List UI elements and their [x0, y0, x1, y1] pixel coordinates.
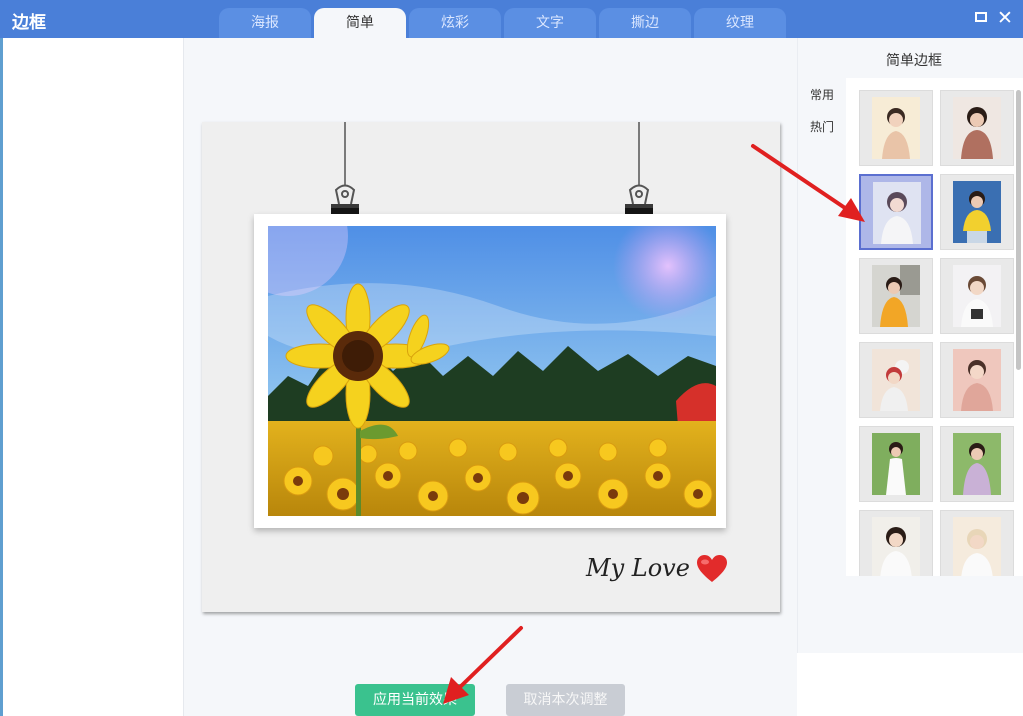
cancel-adjustment-button[interactable]: 取消本次调整 [506, 684, 625, 716]
thumbnail-grid [846, 78, 1023, 576]
frame-thumbnail[interactable] [940, 426, 1014, 502]
title-bar: 边框 海报 简单 炫彩 文字 撕边 纹理 ✕ [0, 0, 1023, 38]
caption-text: My Love [586, 554, 690, 582]
frame-thumbnail[interactable] [859, 90, 933, 166]
hanging-string-left [344, 122, 346, 186]
frame-thumbnail[interactable] [940, 90, 1014, 166]
frame-thumbnail[interactable] [859, 342, 933, 418]
tab-wenli[interactable]: 纹理 [694, 8, 786, 38]
apply-effect-button[interactable]: 应用当前效果 [355, 684, 475, 716]
panel-title: 简单边框 [886, 53, 942, 69]
frame-thumbnail[interactable] [859, 426, 933, 502]
category-common[interactable]: 常用 [810, 86, 834, 103]
frame-thumbnail[interactable] [940, 510, 1014, 576]
heart-icon [697, 555, 727, 582]
frame-preview: My Love [202, 122, 780, 612]
close-icon[interactable]: ✕ [997, 6, 1013, 30]
window-title: 边框 [12, 13, 46, 33]
frame-thumbnail[interactable] [940, 258, 1014, 334]
sunflower-photo [268, 226, 716, 516]
thumbnail-scrollbar[interactable] [1016, 90, 1021, 370]
tab-haibao[interactable]: 海报 [219, 8, 311, 38]
hanging-string-right [638, 122, 640, 186]
tab-wenzi[interactable]: 文字 [504, 8, 596, 38]
panel-footer [797, 653, 1023, 716]
tab-sibian[interactable]: 撕边 [599, 8, 691, 38]
frame-thumbnail[interactable] [859, 510, 933, 576]
frame-thumbnail-selected[interactable] [859, 174, 933, 250]
frame-thumbnail[interactable] [940, 342, 1014, 418]
left-panel [3, 38, 184, 716]
category-hot[interactable]: 热门 [810, 118, 834, 135]
frame-thumbnail[interactable] [859, 258, 933, 334]
photo-card [254, 214, 726, 528]
tab-jiandan[interactable]: 简单 [314, 8, 406, 38]
maximize-icon[interactable] [975, 12, 987, 22]
tab-xuancai[interactable]: 炫彩 [409, 8, 501, 38]
frame-thumbnail[interactable] [940, 174, 1014, 250]
